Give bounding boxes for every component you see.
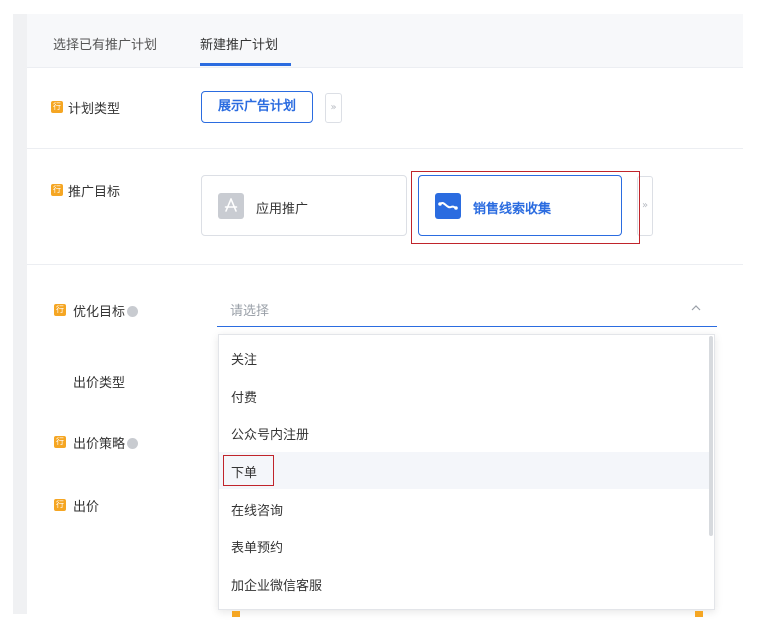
bid-label: 出价 [73, 500, 100, 515]
lead-path-icon [435, 193, 461, 219]
option-label: 付费 [231, 391, 258, 406]
option-label: 表单预约 [231, 541, 284, 556]
sales-lead-collection-label: 销售线索收集 [473, 202, 552, 217]
promotion-goal-label: 推广目标 [68, 185, 121, 200]
dropdown-option[interactable]: 表单预约 [219, 527, 709, 564]
option-label: 加企业微信客服 [231, 579, 323, 594]
dropdown-option[interactable]: 公众号内注册 [219, 414, 709, 451]
select-placeholder: 请选择 [230, 304, 270, 319]
dropdown-option[interactable]: 在线咨询 [219, 490, 709, 527]
required-badge-icon: 行 [54, 499, 66, 511]
bid-strategy-text: 出价策略 [73, 437, 126, 452]
dropdown-option[interactable]: 加企业微信客服 [219, 565, 709, 602]
display-ad-plan-button[interactable]: 展示广告计划 [201, 91, 313, 123]
sales-lead-collection-card[interactable]: 销售线索收集 [418, 175, 622, 236]
dropdown-scrollbar[interactable] [709, 336, 713, 536]
optimization-goal-dropdown: 关注 付费 公众号内注册 下单 在线咨询 表单预约 加企业微信客服 [218, 334, 715, 610]
bid-type-label: 出价类型 [73, 376, 126, 391]
option-label: 在线咨询 [231, 504, 284, 519]
help-icon[interactable] [127, 438, 139, 449]
left-rail [13, 14, 27, 614]
optimization-goal-text: 优化目标 [73, 305, 126, 320]
app-store-icon [218, 193, 244, 219]
tab-new-plan[interactable]: 新建推广计划 [200, 34, 278, 53]
required-badge-icon: 行 [51, 184, 63, 196]
option-label: 公众号内注册 [231, 428, 310, 443]
chevron-up-icon [691, 305, 701, 311]
tab-select-existing-plan[interactable]: 选择已有推广计划 [53, 34, 157, 53]
tab-bar: 选择已有推广计划 新建推广计划 [27, 14, 743, 68]
dropdown-option[interactable]: 关注 [219, 339, 709, 376]
active-tab-indicator [200, 63, 291, 66]
divider [27, 264, 743, 265]
optimization-goal-label: 优化目标 [73, 301, 139, 320]
required-badge-icon: 行 [54, 304, 66, 316]
plan-type-label: 计划类型 [68, 102, 121, 117]
required-badge-icon: 行 [51, 101, 63, 113]
expand-more-button[interactable]: » [637, 176, 653, 236]
dropdown-option[interactable]: 下单 [219, 452, 709, 489]
required-badge-icon: 行 [54, 436, 66, 448]
optimization-goal-select[interactable]: 请选择 [217, 293, 717, 327]
app-promotion-label: 应用推广 [256, 202, 309, 217]
option-label: 下单 [231, 466, 258, 481]
app-promotion-card[interactable]: 应用推广 [201, 175, 407, 236]
partial-badge [232, 611, 240, 617]
help-icon[interactable] [127, 306, 139, 317]
option-label: 关注 [231, 353, 258, 368]
dropdown-option[interactable]: 付费 [219, 377, 709, 414]
expand-more-button[interactable]: » [325, 93, 342, 123]
divider [27, 148, 743, 149]
bid-strategy-label: 出价策略 [73, 433, 139, 452]
partial-badge [695, 611, 703, 617]
